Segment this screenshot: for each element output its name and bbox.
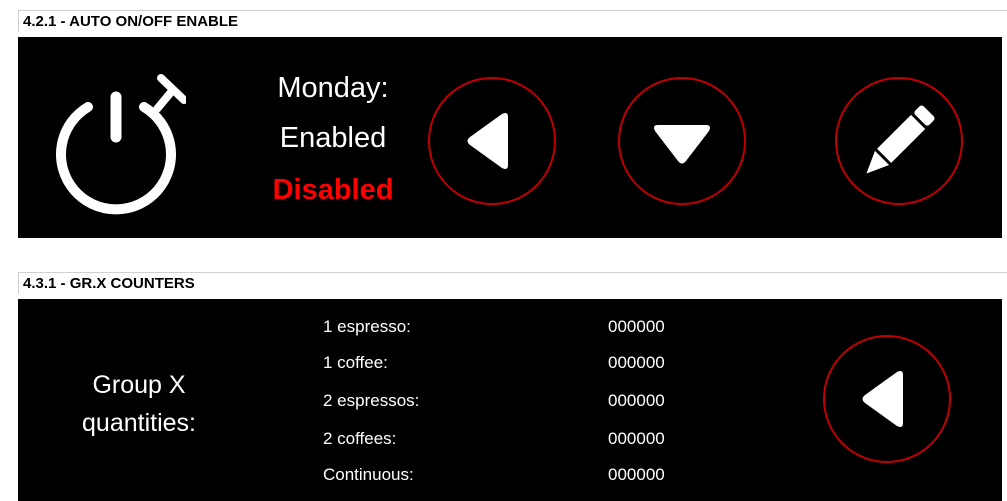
counter-value: 000000 [608, 465, 665, 484]
counter-value: 000000 [608, 429, 665, 448]
counter-value: 000000 [608, 391, 665, 410]
counter-value: 000000 [608, 353, 665, 372]
triangle-down-icon [654, 125, 710, 164]
edit-button[interactable] [835, 77, 963, 205]
group-label-line1: Group X [92, 371, 186, 399]
option-enabled[interactable]: Enabled [233, 122, 433, 155]
option-disabled[interactable]: Disabled [233, 174, 433, 207]
counters-panel: Group X quantities: 1 espresso: 000000 1… [18, 299, 1002, 501]
day-label: Monday: [277, 72, 389, 104]
counter-label: 1 coffee: [323, 353, 388, 372]
section-title-auto-onoff: 4.2.1 - AUTO ON/OFF ENABLE [18, 10, 1007, 32]
triangle-left-icon [862, 371, 903, 427]
triangle-left-icon [467, 113, 508, 169]
counter-value: 000000 [608, 317, 665, 336]
counter-label: 2 coffees: [323, 429, 397, 448]
auto-onoff-panel: Monday: Enabled Disabled [18, 37, 1002, 238]
pencil-icon [866, 105, 935, 174]
group-label-line2: quantities: [82, 409, 196, 437]
down-button[interactable] [618, 77, 746, 205]
section-title-counters: 4.3.1 - GR.X COUNTERS [18, 272, 1007, 294]
counter-label: Continuous: [323, 465, 414, 484]
counters-back-button[interactable] [823, 335, 951, 463]
counter-label: 2 espressos: [323, 391, 420, 410]
power-timer-icon [56, 74, 186, 215]
counter-label: 1 espresso: [323, 317, 411, 336]
group-label: Group X quantities: [54, 366, 224, 442]
back-button[interactable] [428, 77, 556, 205]
